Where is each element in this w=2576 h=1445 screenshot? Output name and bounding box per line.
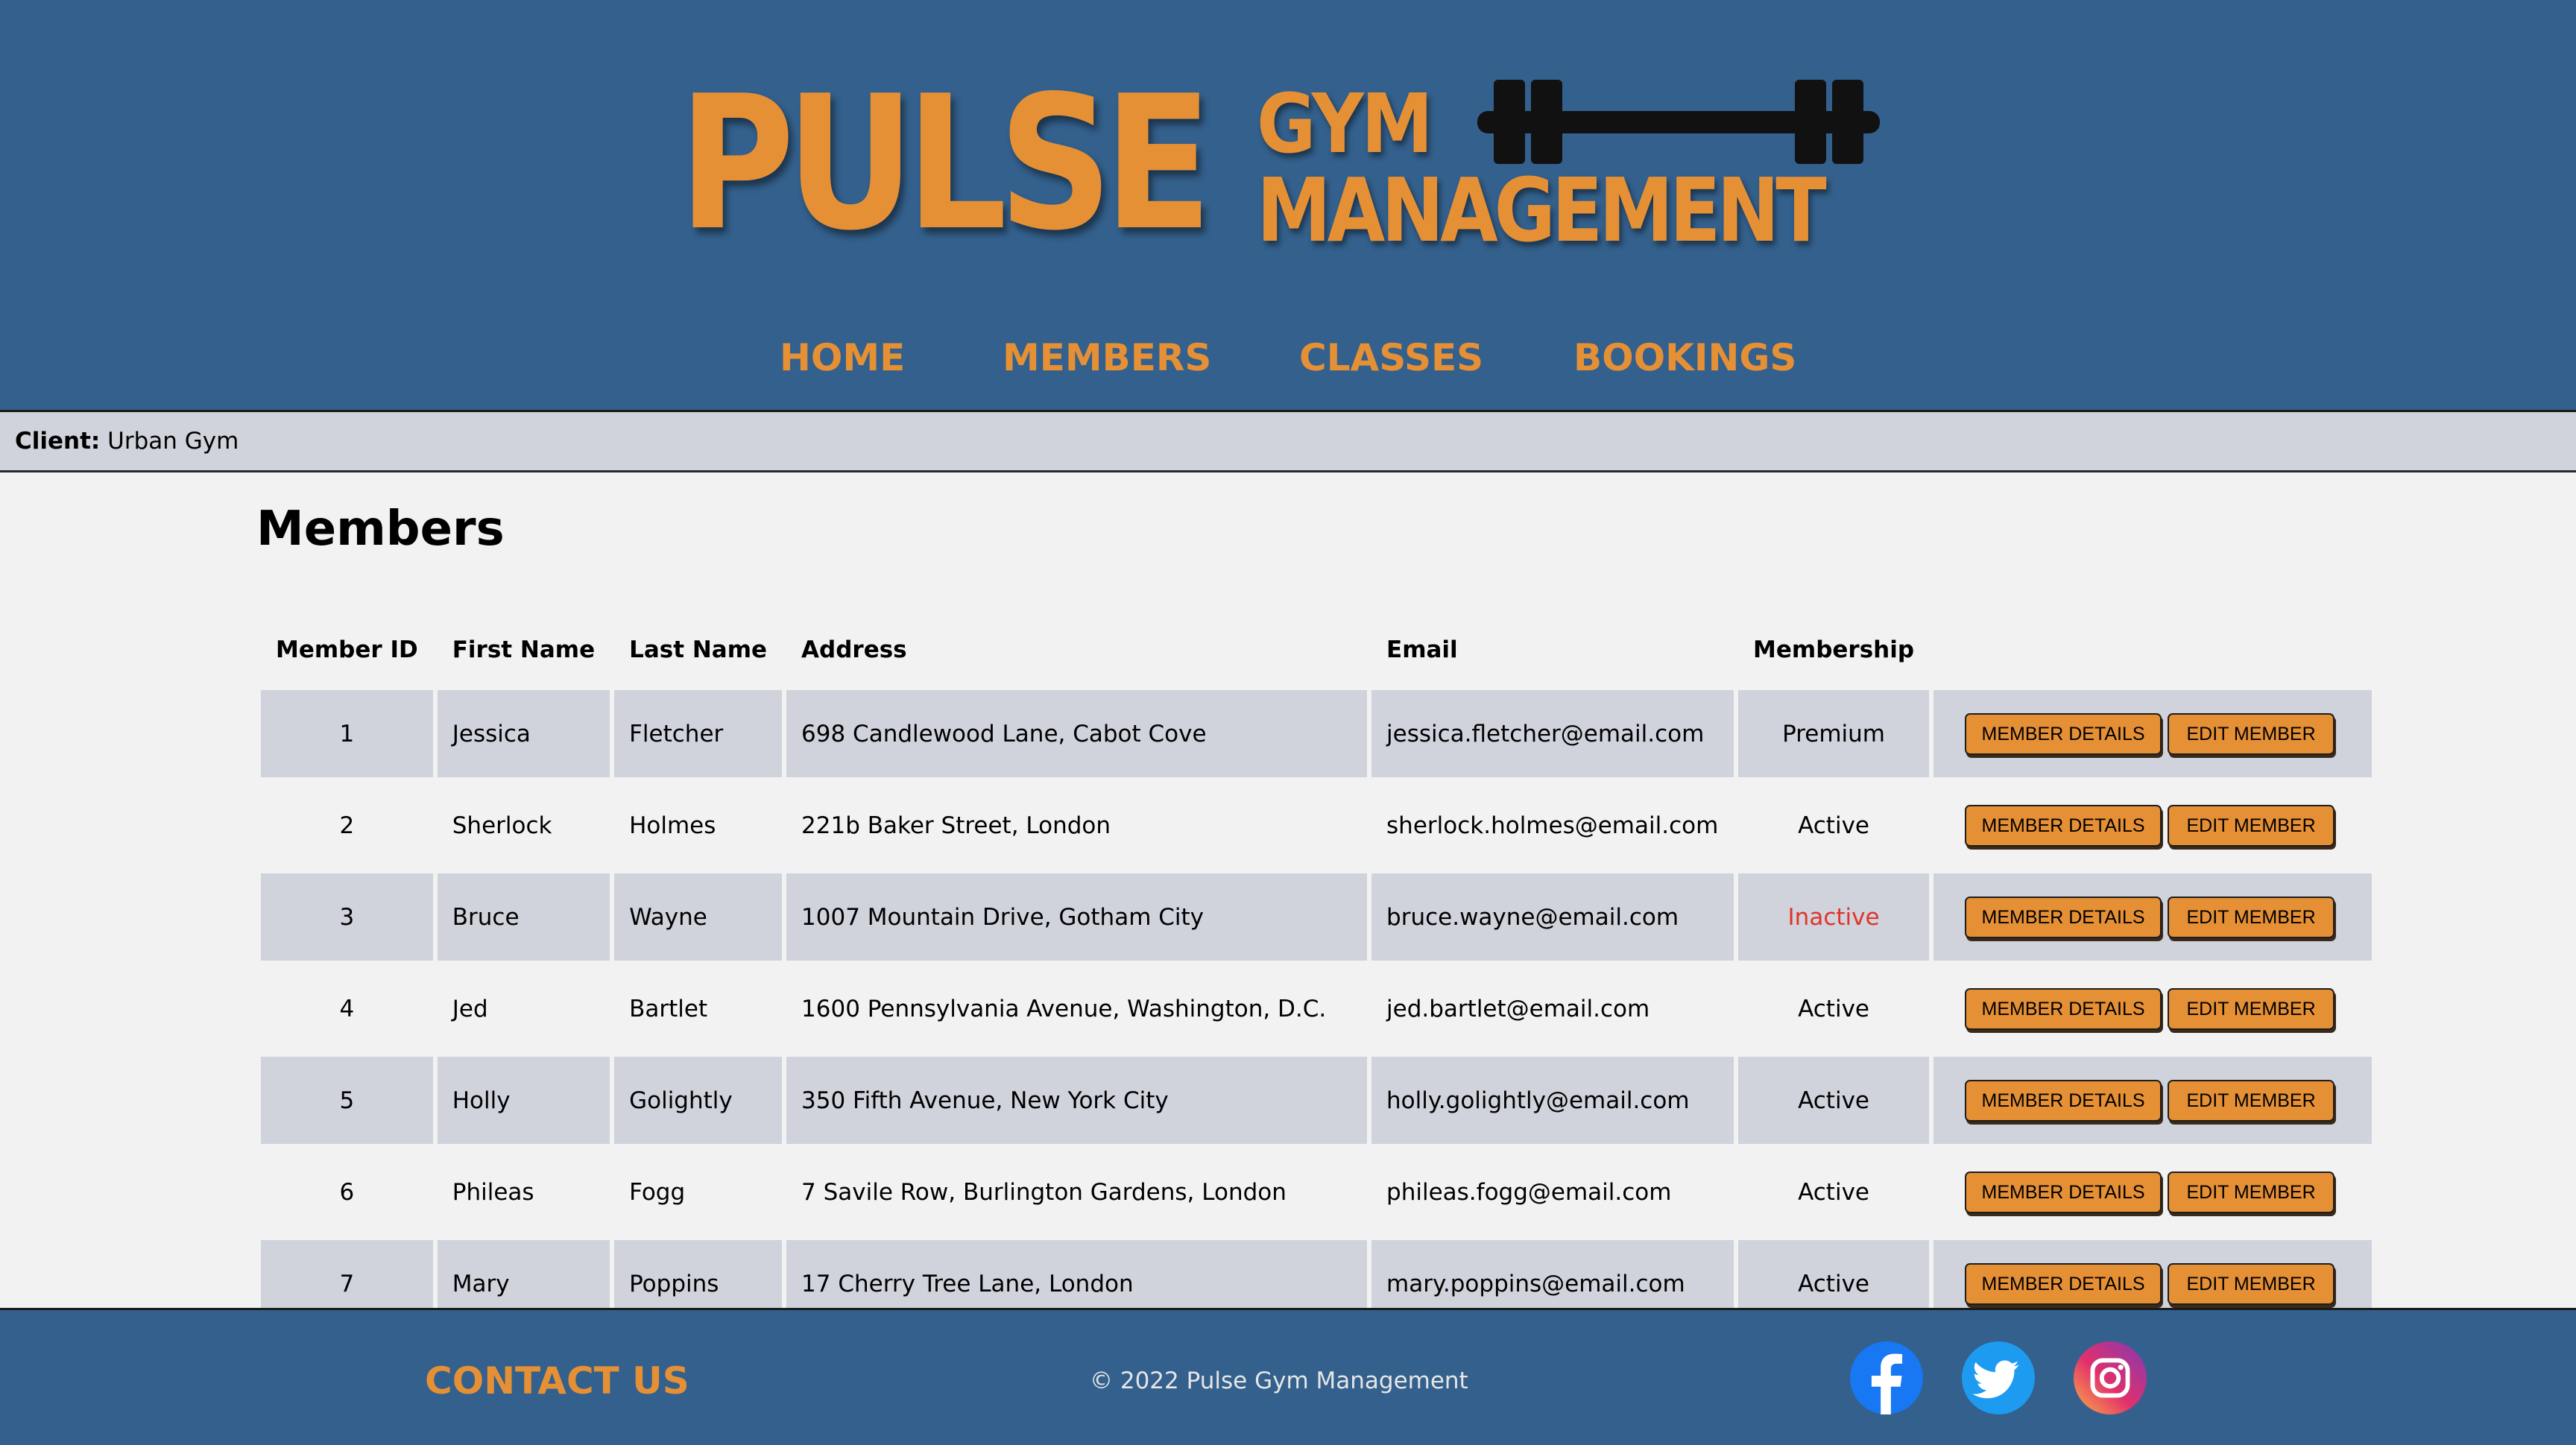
membership-status: Premium bbox=[1738, 690, 1930, 777]
first-name: Phileas bbox=[452, 1178, 534, 1206]
twitter-link[interactable] bbox=[1962, 1341, 2035, 1414]
last-name: Golightly bbox=[614, 1057, 783, 1144]
instagram-icon bbox=[2074, 1341, 2147, 1414]
member-id: 2 bbox=[339, 812, 355, 839]
row-actions: MEMBER DETAILS EDIT MEMBER bbox=[1933, 1148, 2372, 1236]
member-id: 1 bbox=[261, 690, 433, 777]
member-details-button[interactable]: MEMBER DETAILS bbox=[1965, 1079, 2162, 1122]
instagram-link[interactable] bbox=[2074, 1341, 2147, 1414]
nav-classes[interactable]: CLASSES bbox=[1299, 328, 1483, 388]
header-actions bbox=[1933, 614, 2372, 686]
membership-status: Active bbox=[1798, 995, 1869, 1022]
site-footer: CONTACT US © 2022 Pulse Gym Management bbox=[0, 1308, 2576, 1445]
table-row: 5 Holly Golightly 350 Fifth Avenue, New … bbox=[261, 1057, 2373, 1144]
member-id: 4 bbox=[339, 995, 355, 1022]
table-header-row: Member ID First Name Last Name Address E… bbox=[261, 614, 2372, 686]
edit-member-button[interactable]: EDIT MEMBER bbox=[2168, 1171, 2335, 1213]
header-last-name: Last Name bbox=[629, 636, 768, 663]
client-label: Client: bbox=[15, 428, 101, 455]
row-actions: MEMBER DETAILS EDIT MEMBER bbox=[1933, 1057, 2373, 1144]
facebook-link[interactable] bbox=[1850, 1341, 1923, 1414]
address: 1007 Mountain Drive, Gotham City bbox=[786, 873, 1368, 961]
nav-members[interactable]: MEMBERS bbox=[1003, 328, 1211, 388]
logo-wordmark-gym: GYM bbox=[1257, 76, 1433, 171]
row-actions: MEMBER DETAILS EDIT MEMBER bbox=[1933, 873, 2373, 961]
member-details-button[interactable]: MEMBER DETAILS bbox=[1965, 987, 2162, 1030]
member-id: 6 bbox=[339, 1178, 355, 1206]
member-details-button[interactable]: MEMBER DETAILS bbox=[1965, 804, 2162, 847]
table-row: 2 Sherlock Holmes 221b Baker Street, Lon… bbox=[261, 782, 2372, 869]
edit-member-button[interactable]: EDIT MEMBER bbox=[2168, 712, 2335, 755]
barbell-icon bbox=[1477, 80, 1880, 164]
first-name: Jessica bbox=[437, 690, 610, 777]
table-row: 3 Bruce Wayne 1007 Mountain Drive, Gotha… bbox=[261, 873, 2373, 961]
member-details-button[interactable]: MEMBER DETAILS bbox=[1965, 1262, 2162, 1305]
table-row: 6 Phileas Fogg 7 Savile Row, Burlington … bbox=[261, 1148, 2372, 1236]
member-id: 5 bbox=[261, 1057, 433, 1144]
member-details-button[interactable]: MEMBER DETAILS bbox=[1965, 896, 2162, 938]
row-actions: MEMBER DETAILS EDIT MEMBER bbox=[1933, 782, 2372, 869]
table-row: 4 Jed Bartlet 1600 Pennsylvania Avenue, … bbox=[261, 965, 2372, 1052]
edit-member-button[interactable]: EDIT MEMBER bbox=[2168, 1262, 2335, 1305]
table-row: 1 Jessica Fletcher 698 Candlewood Lane, … bbox=[261, 690, 2373, 777]
members-table: Member ID First Name Last Name Address E… bbox=[256, 610, 2376, 1332]
client-bar: Client: Urban Gym bbox=[0, 412, 2576, 472]
header-membership: Membership bbox=[1753, 636, 1915, 663]
header-member-id: Member ID bbox=[276, 636, 418, 663]
first-name: Jed bbox=[452, 995, 488, 1022]
email: sherlock.holmes@email.com bbox=[1386, 812, 1719, 839]
logo-wordmark-pulse: PULSE bbox=[678, 57, 1213, 271]
contact-us-link[interactable]: CONTACT US bbox=[425, 1355, 689, 1407]
first-name: Bruce bbox=[437, 873, 610, 961]
email: holly.golightly@email.com bbox=[1371, 1057, 1734, 1144]
member-id: 3 bbox=[261, 873, 433, 961]
last-name: Wayne bbox=[614, 873, 783, 961]
email: bruce.wayne@email.com bbox=[1371, 873, 1734, 961]
header-address: Address bbox=[801, 636, 907, 663]
copyright-text: © 2022 Pulse Gym Management bbox=[1090, 1367, 1468, 1394]
pulse-logo[interactable]: PULSE GYM MANAGEMENT bbox=[678, 71, 1886, 265]
facebook-icon bbox=[1850, 1341, 1923, 1414]
site-header: PULSE GYM MANAGEMENT HOME MEMBERS CLASSE… bbox=[0, 0, 2576, 412]
row-actions: MEMBER DETAILS EDIT MEMBER bbox=[1933, 690, 2373, 777]
membership-status: Active bbox=[1738, 1057, 1930, 1144]
edit-member-button[interactable]: EDIT MEMBER bbox=[2168, 896, 2335, 938]
last-name: Holmes bbox=[629, 812, 716, 839]
edit-member-button[interactable]: EDIT MEMBER bbox=[2168, 1079, 2335, 1122]
member-details-button[interactable]: MEMBER DETAILS bbox=[1965, 1171, 2162, 1213]
twitter-icon bbox=[1962, 1341, 2035, 1414]
page-title: Members bbox=[256, 502, 505, 557]
main-nav: HOME MEMBERS CLASSES BOOKINGS bbox=[0, 328, 2576, 388]
last-name: Fogg bbox=[629, 1178, 686, 1206]
email: jed.bartlet@email.com bbox=[1386, 995, 1650, 1022]
address: 1600 Pennsylvania Avenue, Washington, D.… bbox=[801, 995, 1327, 1022]
client-name: Urban Gym bbox=[107, 428, 239, 455]
header-first-name: First Name bbox=[452, 636, 596, 663]
edit-member-button[interactable]: EDIT MEMBER bbox=[2168, 987, 2335, 1030]
email: phileas.fogg@email.com bbox=[1386, 1178, 1672, 1206]
logo-wordmark-management: MANAGEMENT bbox=[1257, 159, 1827, 262]
address: 7 Savile Row, Burlington Gardens, London bbox=[801, 1178, 1287, 1206]
last-name: Bartlet bbox=[629, 995, 708, 1022]
membership-status: Active bbox=[1798, 1178, 1869, 1206]
last-name: Fletcher bbox=[614, 690, 783, 777]
first-name: Sherlock bbox=[452, 812, 552, 839]
email: jessica.fletcher@email.com bbox=[1371, 690, 1734, 777]
membership-status: Active bbox=[1798, 812, 1869, 839]
row-actions: MEMBER DETAILS EDIT MEMBER bbox=[1933, 965, 2372, 1052]
member-details-button[interactable]: MEMBER DETAILS bbox=[1965, 712, 2162, 755]
first-name: Holly bbox=[437, 1057, 610, 1144]
nav-bookings[interactable]: BOOKINGS bbox=[1573, 328, 1796, 388]
address: 698 Candlewood Lane, Cabot Cove bbox=[786, 690, 1368, 777]
nav-home[interactable]: HOME bbox=[780, 328, 905, 388]
header-email: Email bbox=[1386, 636, 1458, 663]
address: 221b Baker Street, London bbox=[801, 812, 1111, 839]
edit-member-button[interactable]: EDIT MEMBER bbox=[2168, 804, 2335, 847]
membership-status: Inactive bbox=[1738, 873, 1930, 961]
address: 350 Fifth Avenue, New York City bbox=[786, 1057, 1368, 1144]
